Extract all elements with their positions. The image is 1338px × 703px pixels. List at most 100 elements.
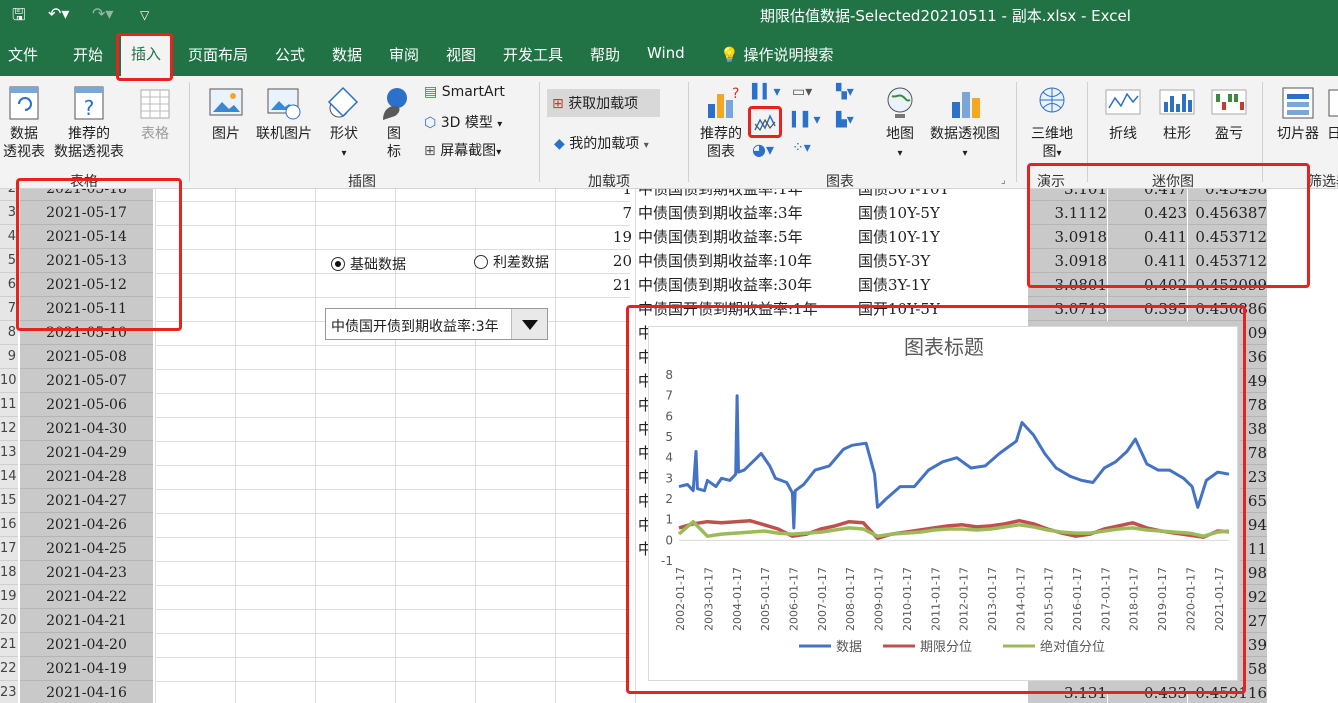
date-cell[interactable]: 2021-04-30: [20, 417, 153, 441]
spread-name-cell[interactable]: 国债5Y-3Y: [858, 249, 1028, 273]
series-combo-box[interactable]: 中债国开债到期收益率:3年: [325, 308, 548, 340]
row-header[interactable]: 9: [0, 345, 18, 369]
date-cell[interactable]: 2021-05-17: [20, 201, 153, 225]
row-header[interactable]: 13: [0, 441, 18, 465]
undo-icon[interactable]: ↶▾: [48, 4, 69, 23]
row-header[interactable]: 15: [0, 489, 18, 513]
radio-basic-data[interactable]: 基础数据: [331, 254, 406, 274]
smartart-button[interactable]: ▤ SmartArt: [424, 84, 505, 100]
spread-name-cell[interactable]: 国债30Y-10Y: [858, 189, 1028, 201]
my-addins-button[interactable]: ◆ 我的加载项 ▾: [554, 133, 649, 153]
spread-name-cell[interactable]: 国债10Y-1Y: [858, 225, 1028, 249]
date-cell[interactable]: 2021-04-22: [20, 585, 153, 609]
value-cell[interactable]: 92: [1240, 585, 1267, 609]
value-cell[interactable]: 98: [1240, 561, 1267, 585]
value-cell[interactable]: 0.453712: [1188, 249, 1267, 273]
row-header[interactable]: 5: [0, 249, 18, 273]
value-cell[interactable]: 36: [1240, 345, 1267, 369]
tab-page-layout[interactable]: 页面布局: [188, 44, 248, 65]
combo-chart-icon[interactable]: ▙▾: [836, 112, 854, 128]
date-cell[interactable]: 2021-04-25: [20, 537, 153, 561]
slicer-button[interactable]: 切片器: [1272, 84, 1324, 143]
radio-spread-data[interactable]: 利差数据: [474, 252, 549, 272]
value-cell[interactable]: 0.453712: [1188, 225, 1267, 249]
sparkline-column-button[interactable]: 柱形: [1155, 84, 1199, 143]
value-cell[interactable]: 0.411: [1108, 225, 1187, 249]
column-chart-icon[interactable]: ▌▍▾: [752, 84, 781, 100]
spread-name-cell[interactable]: 国债10Y-5Y: [858, 201, 1028, 225]
spread-name-cell[interactable]: 国开10Y-5Y: [858, 297, 1028, 321]
3d-map-button[interactable]: 三维地 图▾: [1026, 84, 1078, 163]
save-icon[interactable]: 🖫: [12, 4, 26, 31]
index-cell[interactable]: 1: [590, 189, 632, 201]
date-cell[interactable]: 2021-04-29: [20, 441, 153, 465]
pie-chart-icon[interactable]: ◕▾: [752, 140, 774, 159]
row-header[interactable]: 16: [0, 513, 18, 537]
row-header[interactable]: 17: [0, 537, 18, 561]
row-header[interactable]: 11: [0, 393, 18, 417]
date-cell[interactable]: 2021-04-28: [20, 465, 153, 489]
value-cell[interactable]: 58: [1240, 657, 1267, 681]
index-cell[interactable]: 7: [590, 201, 632, 225]
value-cell[interactable]: 27: [1240, 609, 1267, 633]
row-header[interactable]: 6: [0, 273, 18, 297]
date-cell[interactable]: 2021-04-19: [20, 657, 153, 681]
tab-view[interactable]: 视图: [446, 44, 476, 65]
value-cell[interactable]: 65: [1240, 489, 1267, 513]
row-header[interactable]: 22: [0, 657, 18, 681]
dialog-launcher-icon[interactable]: ⌟: [1001, 175, 1006, 186]
line-chart[interactable]: 图表标题 -1 0 1 2 3 4 5 6 7 8 2002-01-17 2003-01-17 2004-…: [648, 326, 1238, 681]
value-cell[interactable]: 0.402: [1108, 273, 1187, 297]
row-header[interactable]: 7: [0, 297, 18, 321]
date-cell[interactable]: 2021-04-20: [20, 633, 153, 657]
value-cell[interactable]: 0.456387: [1188, 201, 1267, 225]
row-header[interactable]: 2: [0, 189, 18, 201]
date-cell[interactable]: 2021-05-11: [20, 297, 153, 321]
table-button[interactable]: 表格: [133, 84, 177, 143]
value-cell[interactable]: 0.433: [1108, 681, 1187, 703]
series-name-cell[interactable]: 中债国开债到期收益率:1年: [638, 297, 852, 321]
scatter-chart-icon[interactable]: ⁘▾: [792, 140, 811, 156]
online-pictures-button[interactable]: 联机图片: [252, 84, 316, 143]
row-header[interactable]: 20: [0, 609, 18, 633]
timeline-button[interactable]: 日: [1327, 84, 1338, 143]
value-cell[interactable]: 3.0918: [1028, 225, 1107, 249]
date-cell[interactable]: 2021-05-08: [20, 345, 153, 369]
row-header[interactable]: 18: [0, 561, 18, 585]
row-header[interactable]: 19: [0, 585, 18, 609]
combo-dropdown-button[interactable]: [511, 309, 547, 339]
value-cell[interactable]: 0.452099: [1188, 273, 1267, 297]
customize-toolbar-icon[interactable]: ▽: [140, 8, 149, 22]
value-cell[interactable]: 3.101: [1028, 189, 1107, 201]
get-addins-button[interactable]: ⊞ 获取加载项: [547, 89, 660, 117]
value-cell[interactable]: 78: [1240, 393, 1267, 417]
tab-data[interactable]: 数据: [332, 44, 362, 65]
value-cell[interactable]: 39: [1240, 633, 1267, 657]
date-cell[interactable]: 2021-05-13: [20, 249, 153, 273]
index-cell[interactable]: [590, 297, 632, 321]
row-header[interactable]: 10: [0, 369, 18, 393]
value-cell[interactable]: 3.1112: [1028, 201, 1107, 225]
tab-help[interactable]: 帮助: [590, 44, 620, 65]
value-cell[interactable]: 3.131: [1028, 681, 1107, 703]
date-cell[interactable]: 2021-05-14: [20, 225, 153, 249]
recommended-pivot-button[interactable]: ? 推荐的 数据透视表: [50, 84, 128, 161]
value-cell[interactable]: 78: [1240, 441, 1267, 465]
pivot-chart-button[interactable]: 数据透视图 ▾: [926, 84, 1004, 163]
index-cell[interactable]: 20: [590, 249, 632, 273]
screenshot-button[interactable]: ⊞ 屏幕截图▾: [424, 140, 501, 160]
recommended-charts-button[interactable]: ? 推荐的 图表: [697, 84, 745, 161]
tab-home[interactable]: 开始: [73, 44, 103, 65]
tab-wind[interactable]: Wind: [647, 44, 685, 62]
date-cell[interactable]: 2021-04-27: [20, 489, 153, 513]
3d-model-button[interactable]: ⬡ 3D 模型 ▾: [424, 112, 502, 132]
value-cell[interactable]: 0.45498: [1188, 189, 1267, 201]
statistic-chart-icon[interactable]: ▍▌▾: [792, 112, 821, 128]
value-cell[interactable]: 0.459116: [1188, 681, 1267, 703]
row-header[interactable]: 23: [0, 681, 18, 703]
tab-insert[interactable]: 插入: [121, 35, 172, 76]
line-chart-icon[interactable]: [752, 112, 780, 136]
tab-review[interactable]: 审阅: [389, 44, 419, 65]
icons-button[interactable]: 图 标: [374, 84, 414, 161]
hierarchy-chart-icon[interactable]: ▭▾: [792, 84, 812, 100]
